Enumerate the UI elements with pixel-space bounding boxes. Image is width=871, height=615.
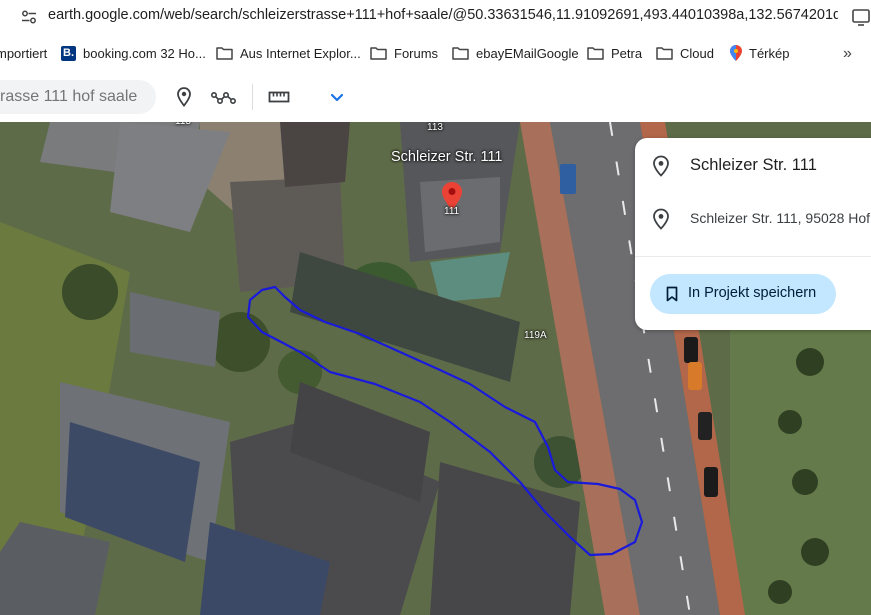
house-number-label: 111 (444, 206, 460, 217)
bookmark-imported[interactable]: mportiert (0, 44, 47, 62)
booking-icon: B. (61, 45, 76, 61)
bookmark-label: Térkép (749, 45, 790, 61)
place-address: Schleizer Str. 111, 95028 Hof (690, 210, 871, 226)
earth-toolbar (0, 72, 871, 122)
bookmark-label: mportiert (0, 45, 48, 61)
chevron-down-icon[interactable] (326, 86, 348, 108)
bookmark-booking[interactable]: B. booking.com 32 Ho... (61, 44, 206, 62)
path-line-icon[interactable] (211, 86, 237, 108)
toolbar-divider (252, 84, 253, 110)
save-to-project-label: In Projekt speichern (688, 285, 817, 301)
house-number-label: 113 (427, 122, 443, 133)
house-number-label: 115 (175, 122, 191, 127)
card-divider (635, 256, 871, 257)
folder-icon (216, 47, 233, 60)
place-title: Schleizer Str. 111 (690, 156, 817, 174)
bookmark-label: Petra (611, 45, 643, 61)
folder-icon (587, 47, 604, 60)
search-input[interactable] (0, 80, 150, 114)
search-box (0, 80, 156, 114)
bookmark-folder-ie[interactable]: Aus Internet Explor... (216, 44, 361, 62)
cast-icon[interactable] (851, 7, 871, 27)
folder-icon (370, 47, 387, 60)
folder-icon (452, 47, 469, 60)
bookmark-folder-forums[interactable]: Forums (370, 44, 438, 62)
site-settings-icon[interactable] (21, 9, 37, 25)
bookmark-folder-ebay[interactable]: ebayEMailGoogle (452, 44, 579, 62)
address-pin-icon (653, 208, 669, 230)
ruler-icon[interactable] (268, 86, 290, 108)
bookmark-folder-cloud[interactable]: Cloud (656, 44, 714, 62)
bookmark-icon (666, 286, 678, 302)
save-to-project-button[interactable]: In Projekt speichern (650, 274, 836, 314)
bookmark-folder-petra[interactable]: Petra (587, 44, 642, 62)
house-number-label: 119A (524, 330, 547, 341)
maps-pin-icon (730, 45, 742, 61)
bookmark-label: Forums (394, 45, 439, 61)
place-pin-icon (653, 155, 669, 177)
bookmark-label: booking.com 32 Ho... (83, 45, 206, 61)
bookmarks-bar: mportiert B. booking.com 32 Ho... Aus In… (0, 34, 871, 73)
more-bookmarks-chevron-icon[interactable]: » (843, 45, 852, 63)
place-info-card: Schleizer Str. 111 Schleizer Str. 111, 9… (635, 138, 871, 330)
place-label: Schleizer Str. 111 (391, 149, 503, 165)
bookmark-label: Cloud (680, 45, 714, 61)
url-field[interactable]: earth.google.com/web/search/schleizerstr… (48, 7, 838, 23)
bookmark-label: Aus Internet Explor... (240, 45, 361, 61)
bookmark-label: ebayEMailGoogle (476, 45, 579, 61)
folder-icon (656, 47, 673, 60)
browser-url-bar: earth.google.com/web/search/schleizerstr… (0, 0, 871, 34)
bookmark-maps[interactable]: Térkép (730, 44, 789, 62)
place-pin-icon[interactable] (173, 86, 195, 108)
